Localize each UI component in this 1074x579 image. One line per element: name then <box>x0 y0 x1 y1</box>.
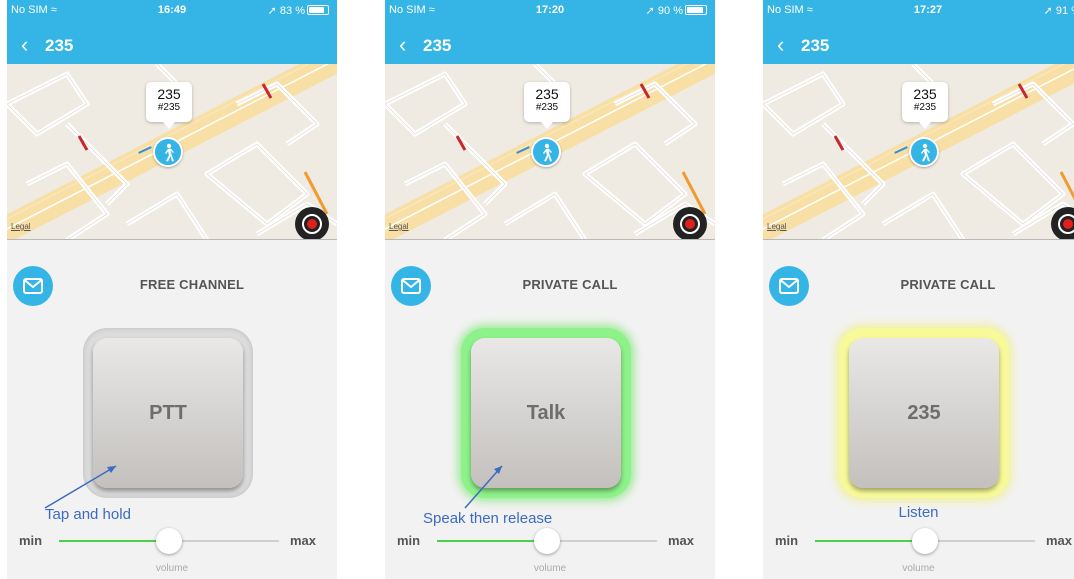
volume-max-label: max <box>290 533 317 548</box>
status-time: 17:27 <box>913 4 943 16</box>
volume-caption: volume <box>533 563 567 574</box>
volume-max-label: max <box>1046 533 1073 548</box>
volume-min-label: min <box>397 533 421 548</box>
status-bar: No SIM ≈ 17:27 ➚ 91 % <box>763 0 1074 20</box>
status-right: ➚ 91 % <box>1044 4 1074 17</box>
map-view[interactable]: Legal 235 #235 <box>763 64 1074 240</box>
locate-target-icon[interactable] <box>1051 207 1074 239</box>
hint-text: Listen <box>898 504 939 521</box>
screenshot-stage: No SIM ≈ 16:49 ➚ 83 % ‹ 235 Legal 235 #2… <box>0 0 1074 579</box>
volume-caption: volume <box>902 563 935 574</box>
chevron-left-icon[interactable]: ‹ <box>777 34 797 56</box>
volume-caption: volume <box>155 563 189 574</box>
phone-screen-talk: No SIM ≈ 17:20 ➚ 90 % ‹ 235 Legal 235 #2… <box>385 0 715 579</box>
top-bar: No SIM ≈ 17:27 ➚ 91 % ‹ 235 <box>763 0 1074 64</box>
nav-bar: ‹ 235 <box>763 32 1074 62</box>
volume-slider[interactable] <box>815 528 1035 554</box>
user-location-pin[interactable] <box>909 137 939 167</box>
envelope-icon <box>779 278 799 294</box>
volume-thumb[interactable] <box>156 528 182 554</box>
ptt-button[interactable]: 235 <box>849 338 999 488</box>
walking-person-icon <box>921 143 930 162</box>
volume-fill <box>815 540 925 542</box>
volume-max-label: max <box>668 533 695 548</box>
side-street <box>763 71 846 137</box>
callout-name: 235 <box>913 86 937 102</box>
phone-screen-listen: No SIM ≈ 17:27 ➚ 91 % ‹ 235 Legal 235 #2… <box>763 0 1074 579</box>
map-legal-link[interactable]: Legal <box>767 222 787 231</box>
nav-title: 235 <box>801 36 830 55</box>
battery-percent: 91 % <box>1055 5 1074 17</box>
hint-arrow <box>464 465 503 509</box>
volume-thumb[interactable] <box>534 528 560 554</box>
hint-text: Speak then release <box>423 510 553 527</box>
channel-label: PRIVATE CALL <box>900 277 996 292</box>
hint-arrow <box>44 465 117 509</box>
volume-fill <box>59 540 169 542</box>
volume-min-label: min <box>775 533 799 548</box>
location-arrow-icon: ➚ <box>1043 5 1053 17</box>
hint-text: Tap and hold <box>45 506 131 523</box>
phone-screen-ptt: No SIM ≈ 16:49 ➚ 83 % ‹ 235 Legal 235 #2… <box>7 0 337 579</box>
volume-min-label: min <box>19 533 43 548</box>
volume-slider[interactable] <box>437 528 657 554</box>
volume-slider[interactable] <box>59 528 279 554</box>
ptt-frame: 235 <box>839 328 1009 498</box>
map-callout[interactable]: 235 #235 <box>902 82 948 129</box>
callout-id: #235 <box>913 102 937 113</box>
volume-fill <box>437 540 547 542</box>
volume-thumb[interactable] <box>912 528 938 554</box>
